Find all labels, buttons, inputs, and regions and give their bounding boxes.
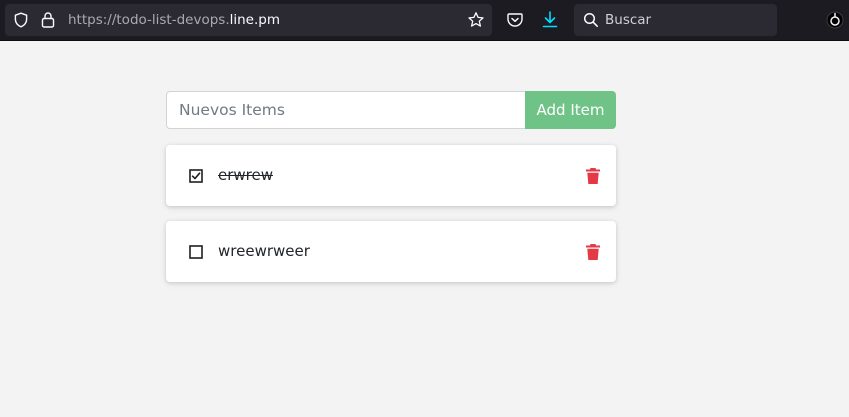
add-item-form: Add Item [166,91,616,129]
todo-item: erwrew [166,145,616,206]
bookmark-star-icon[interactable] [467,11,485,29]
checkbox-unchecked-icon[interactable] [189,244,203,259]
checkbox-checked-icon[interactable] [189,168,203,183]
url-host: line.pm [229,12,280,28]
new-item-input[interactable] [166,91,526,129]
downloads-icon[interactable] [541,10,559,30]
lock-icon[interactable] [40,11,56,29]
delete-trash-icon[interactable] [585,167,601,185]
extension-icon[interactable] [826,11,844,29]
search-placeholder: Buscar [605,12,652,28]
add-item-button[interactable]: Add Item [525,91,616,129]
todo-item-text: erwrew [218,166,273,184]
todo-item: wreewrweer [166,221,616,282]
delete-trash-icon[interactable] [585,243,601,261]
todo-item-text: wreewrweer [218,242,310,260]
url-bar[interactable]: https://todo-list-devops.line.pm [5,4,492,36]
url-text[interactable]: https://todo-list-devops.line.pm [68,4,280,36]
tracking-protection-shield-icon[interactable] [13,12,29,28]
browser-toolbar: https://todo-list-devops.line.pm Buscar [0,0,849,41]
pocket-icon[interactable] [506,11,524,29]
url-prefix: https://todo-list-devops. [68,12,230,28]
search-icon [583,12,599,28]
todo-page: Add Item erwrew wreewrweer [0,41,849,417]
search-bar[interactable]: Buscar [574,4,777,36]
